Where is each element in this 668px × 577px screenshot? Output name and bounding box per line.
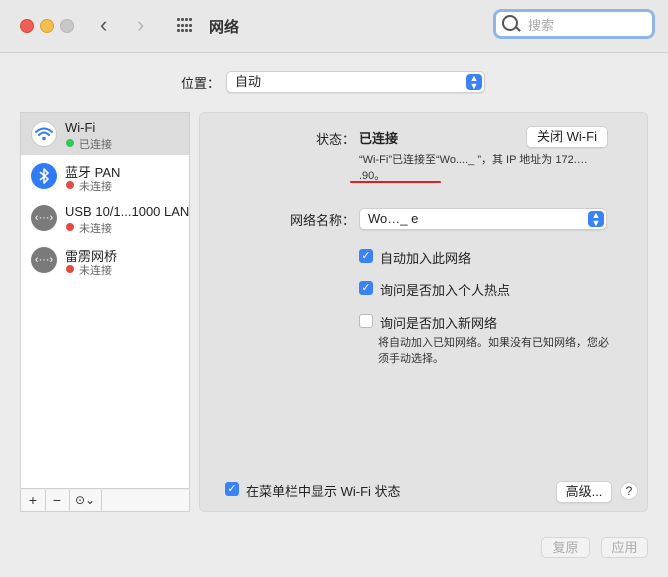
service-status: 已连接 bbox=[79, 139, 112, 151]
back-chevron-icon[interactable]: ‹ bbox=[100, 12, 107, 38]
window-title: 网络 bbox=[209, 19, 240, 36]
service-status: 未连接 bbox=[79, 265, 112, 277]
service-item-wifi[interactable]: Wi-Fi 已连接 bbox=[21, 113, 189, 155]
checkbox-label: 询问是否加入个人热点 bbox=[380, 283, 511, 298]
connection-description: “Wi-Fi”已连接至“Wo...._ ”，其 IP 地址为 172.… .90… bbox=[359, 154, 588, 182]
search-box[interactable] bbox=[493, 9, 655, 39]
show-all-grid-icon[interactable] bbox=[177, 18, 193, 34]
show-in-menubar-checkbox[interactable]: ✓ bbox=[225, 482, 239, 496]
service-status: 未连接 bbox=[79, 223, 112, 235]
revert-button[interactable]: 复原 bbox=[541, 537, 590, 558]
apply-button[interactable]: 应用 bbox=[601, 537, 648, 558]
service-name: USB 10/1...1000 LAN bbox=[65, 204, 190, 219]
popup-arrows-icon: ▲ ▼ bbox=[466, 74, 482, 91]
auto-join-checkbox[interactable]: ✓ bbox=[359, 249, 373, 263]
service-item-bluetooth-pan[interactable]: 蓝牙 PAN 未连接 bbox=[21, 155, 189, 197]
location-value: 自动 bbox=[235, 74, 262, 89]
ethernet-icon: ‹···› bbox=[31, 247, 57, 273]
wifi-icon bbox=[31, 121, 57, 147]
checkbox-label: 询问是否加入新网络 bbox=[380, 316, 498, 331]
network-name-value: Wo…_ e bbox=[368, 211, 419, 226]
network-name-label: 网络名称： bbox=[290, 213, 356, 228]
status-label: 状态： bbox=[316, 132, 356, 147]
status-dot-icon bbox=[66, 223, 74, 231]
search-input[interactable] bbox=[526, 15, 650, 35]
service-list-toolbar: + − ⊙⌄ bbox=[20, 490, 190, 512]
remove-service-button[interactable]: − bbox=[45, 490, 70, 511]
minimize-window-button[interactable] bbox=[40, 19, 54, 33]
toolbar: ‹ › 网络 bbox=[0, 0, 668, 53]
checkbox-label: 在菜单栏中显示 Wi-Fi 状态 bbox=[246, 484, 401, 499]
ask-new-network-checkbox[interactable] bbox=[359, 314, 373, 328]
close-window-button[interactable] bbox=[20, 19, 34, 33]
bluetooth-icon bbox=[31, 163, 57, 189]
location-popup[interactable]: 自动 ▲ ▼ bbox=[226, 71, 485, 93]
ethernet-icon: ‹···› bbox=[31, 205, 57, 231]
status-dot-icon bbox=[66, 181, 74, 189]
search-icon bbox=[502, 15, 518, 31]
popup-arrows-icon: ▲ ▼ bbox=[588, 211, 604, 228]
add-service-button[interactable]: + bbox=[21, 490, 46, 511]
action-menu-button[interactable]: ⊙⌄ bbox=[69, 490, 102, 511]
forward-chevron-icon[interactable]: › bbox=[137, 12, 144, 38]
annotation-underline bbox=[350, 181, 441, 183]
advanced-button[interactable]: 高级... bbox=[556, 481, 612, 503]
service-status: 未连接 bbox=[79, 181, 112, 193]
network-name-popup[interactable]: Wo…_ e ▲ ▼ bbox=[359, 208, 607, 230]
service-name: Wi-Fi bbox=[65, 120, 96, 135]
join-hint-text: 将自动加入已知网络。如果没有已知网络，您必须手动选择。 bbox=[378, 337, 609, 365]
status-dot-icon bbox=[66, 139, 74, 147]
ask-hotspot-checkbox[interactable]: ✓ bbox=[359, 281, 373, 295]
service-list: Wi-Fi 已连接 蓝牙 PAN 未连接 ‹···› USB 10/1...10… bbox=[20, 112, 190, 489]
checkbox-label: 自动加入此网络 bbox=[380, 251, 472, 266]
service-item-thunderbolt-bridge[interactable]: ‹···› 雷雳网桥 未连接 bbox=[21, 239, 189, 281]
location-label: 位置： bbox=[181, 76, 221, 91]
status-dot-icon bbox=[66, 265, 74, 273]
help-button[interactable]: ? bbox=[620, 482, 638, 500]
service-item-usb-lan[interactable]: ‹···› USB 10/1...1000 LAN 未连接 bbox=[21, 197, 189, 239]
zoom-window-button[interactable] bbox=[60, 19, 74, 33]
status-value: 已连接 bbox=[359, 131, 399, 146]
turn-off-wifi-button[interactable]: 关闭 Wi-Fi bbox=[526, 126, 608, 148]
network-preferences-window: ‹ › 网络 位置： 自动 ▲▼ Wi-Fi bbox=[0, 0, 668, 577]
